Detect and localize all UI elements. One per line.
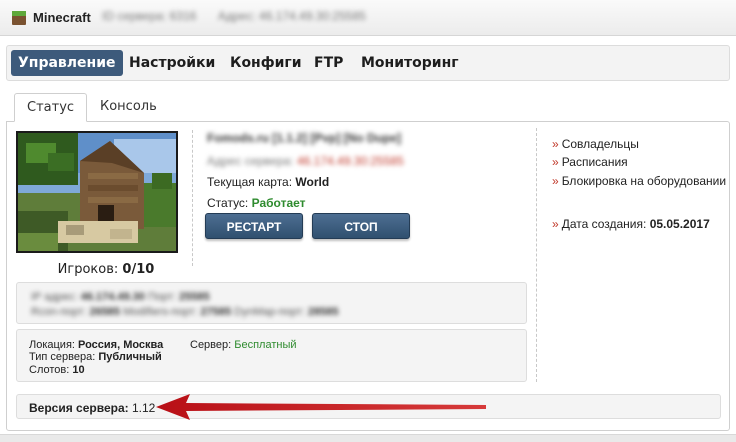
dyn-value: 28585 — [307, 306, 339, 318]
server-address-key: Адрес сервера: — [207, 154, 294, 168]
players-value: 0/10 — [122, 262, 155, 277]
slots-value: 10 — [72, 364, 85, 376]
server-type-value: Публичный — [98, 351, 162, 363]
restart-button[interactable]: РЕСТАРТ — [205, 213, 303, 239]
server-plan-value: Бесплатный — [234, 339, 297, 351]
nav-item-monitoring[interactable]: Мониторинг — [354, 50, 466, 76]
game-title: Minecraft — [33, 10, 91, 25]
extra-ports-row: Rcon-порт: 26585 Modifiers-порт: 27585 D… — [31, 306, 339, 318]
current-map-label: Текущая карта: — [207, 175, 293, 189]
annotation-arrow-icon — [156, 394, 486, 420]
divider — [192, 130, 193, 266]
creation-date: » Дата создания: 05.05.2017 — [552, 217, 710, 231]
location: Локация: Россия, Москва — [29, 339, 163, 351]
bottom-strip — [0, 434, 736, 442]
nav-item-configs[interactable]: Конфиги — [223, 50, 309, 76]
nav-item-settings[interactable]: Настройки — [122, 50, 222, 76]
server-details-box: Локация: Россия, Москва Тип сервера: Пуб… — [16, 329, 527, 382]
title-bar: Minecraft ID сервера: 6316 Адрес: 46.174… — [0, 0, 736, 36]
link-arrow-icon: » — [552, 137, 559, 151]
server-id-label: ID сервера: 6316 — [102, 9, 197, 23]
server-version-label: Версия сервера: — [29, 401, 129, 415]
stop-button[interactable]: СТОП — [312, 213, 410, 239]
dyn-key: DynMap-порт: — [234, 306, 305, 318]
main-nav: Управление Настройки Конфиги FTP Монитор… — [6, 45, 730, 81]
players-label: Игроков: — [57, 262, 119, 277]
link-arrow-icon: » — [552, 155, 559, 169]
slots-label: Слотов: — [29, 364, 70, 376]
server-type: Тип сервера: Публичный — [29, 351, 162, 363]
current-map-value: World — [295, 175, 330, 189]
server-status-value: Работает — [251, 196, 306, 210]
server-screenshot — [16, 131, 178, 253]
players-count: Игроков: 0/10 — [16, 262, 196, 277]
server-plan-label: Сервер: — [190, 339, 232, 351]
server-plan: Сервер: Бесплатный — [190, 339, 297, 351]
mod-key: Modifiers-порт: — [123, 306, 198, 318]
co-owners-label: Совладельцы — [561, 137, 639, 151]
schedules-label: Расписания — [561, 155, 628, 169]
server-address-value: 46.174.49.30:25585 — [296, 154, 404, 168]
link-arrow-icon: » — [552, 217, 559, 231]
port-key: Порт: — [147, 291, 176, 303]
slots: Слотов: 10 — [29, 364, 85, 376]
network-info-box: IP адрес: 46.174.49.30 Порт: 25585 Rcon-… — [16, 282, 527, 324]
server-name: Fomods.ru [1.1.2] [Pvp] [No Dupe] — [207, 131, 402, 145]
ip-value: 46.174.49.30 — [80, 291, 145, 303]
minecraft-scene-image — [18, 133, 176, 251]
port-value: 25585 — [179, 291, 210, 303]
nav-item-management[interactable]: Управление — [11, 50, 123, 76]
link-arrow-icon: » — [552, 174, 559, 188]
server-address: Адрес сервера: 46.174.49.30:25585 — [207, 154, 404, 168]
nav-item-ftp[interactable]: FTP — [307, 50, 350, 76]
divider — [536, 128, 537, 382]
mod-value: 27585 — [200, 306, 232, 318]
ip-port-row: IP адрес: 46.174.49.30 Порт: 25585 — [31, 291, 210, 303]
rcon-key: Rcon-порт: — [31, 306, 87, 318]
hardware-lock-link[interactable]: » Блокировка на оборудовании — [552, 174, 726, 188]
ip-key: IP адрес: — [31, 291, 78, 303]
server-address-label: Адрес: 46.174.49.30:25585 — [218, 9, 366, 23]
co-owners-link[interactable]: » Совладельцы — [552, 137, 639, 151]
schedules-link[interactable]: » Расписания — [552, 155, 628, 169]
tab-console[interactable]: Консоль — [88, 93, 169, 122]
tab-status[interactable]: Статус — [14, 93, 88, 122]
hardware-lock-label: Блокировка на оборудовании — [561, 174, 727, 188]
minecraft-grass-block-icon — [12, 11, 26, 25]
server-id-meta: ID сервера: 6316 — [102, 9, 196, 23]
location-label: Локация: — [29, 339, 75, 351]
server-type-label: Тип сервера: — [29, 351, 96, 363]
server-address-meta: Адрес: 46.174.49.30:25585 — [218, 9, 366, 23]
creation-date-label: Дата создания: — [561, 217, 647, 231]
current-map: Текущая карта: World — [207, 175, 329, 189]
server-status-label: Статус: — [207, 196, 249, 210]
server-status: Статус: Работает — [207, 196, 306, 210]
creation-date-value: 05.05.2017 — [649, 217, 710, 231]
location-value: Россия, Москва — [78, 339, 164, 351]
server-version: Версия сервера: 1.12 — [29, 401, 155, 415]
rcon-value: 26585 — [89, 306, 121, 318]
